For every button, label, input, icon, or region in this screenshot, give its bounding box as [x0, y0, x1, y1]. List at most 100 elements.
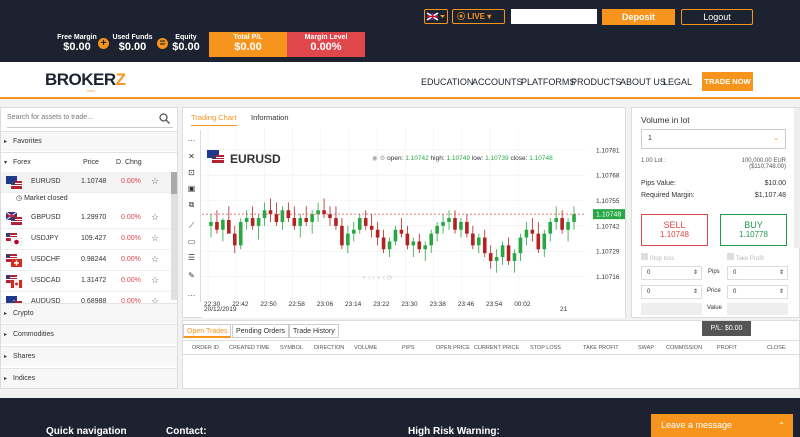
col-profit[interactable]: PROFIT	[717, 345, 737, 351]
asset-row-usdcad[interactable]: USDCAD 1.31472 0.00% ☆	[1, 271, 171, 292]
tab-pending-orders[interactable]: Pending Orders	[232, 324, 290, 338]
leave-message-button[interactable]: Leave a message ⌃	[651, 414, 793, 437]
nav-legal[interactable]: LEGAL	[663, 77, 692, 87]
candle-body	[381, 237, 386, 250]
col-pips[interactable]: PIPS	[402, 345, 415, 351]
nav-products[interactable]: PRODUCTS	[571, 77, 622, 87]
checkbox[interactable]	[727, 253, 734, 260]
asset-row-usdchf[interactable]: USDCHF 0.98244 0.00% ☆	[1, 250, 171, 271]
col-volume[interactable]: VOLUME	[354, 345, 377, 351]
category-forex[interactable]: ▾ Forex Price D. Chng	[1, 152, 177, 172]
account-field[interactable]	[511, 9, 597, 24]
stepper-icon[interactable]: ⇕	[779, 286, 784, 298]
chevron-down-icon: ▾	[4, 160, 8, 166]
col-take-profit[interactable]: TAKE PROFIT	[583, 345, 619, 351]
deposit-button[interactable]: Deposit	[602, 9, 675, 25]
candle-body	[536, 233, 541, 250]
col-swap[interactable]: SWAP	[638, 345, 654, 351]
asset-list-scrollbar[interactable]	[171, 172, 177, 300]
brush-icon[interactable]: ✎	[186, 270, 197, 281]
col-open-price[interactable]: OPEN PRICE	[436, 345, 470, 351]
sell-button[interactable]: SELL 1.10748	[641, 214, 708, 246]
col-symbol[interactable]: SYMBOL	[280, 345, 303, 351]
account-mode-selector[interactable]: ⦿ LIVE ▾	[452, 9, 505, 24]
stop-loss-price-input[interactable]: 0 ⇕	[641, 285, 702, 299]
category-commodities[interactable]: ▸ Commodities	[1, 324, 177, 344]
take-profit-toggle[interactable]: Take Profit	[727, 253, 764, 262]
eye-icon[interactable]: ◉ ⚙	[372, 155, 385, 162]
star-icon[interactable]: ☆	[151, 176, 159, 187]
copy-icon[interactable]: ⧉	[186, 199, 197, 210]
col-close[interactable]: CLOSE	[767, 345, 786, 351]
asset-row-usdjpy[interactable]: USDJPY 109.427 0.00% ☆	[1, 229, 171, 250]
buy-button[interactable]: BUY 1.10778	[720, 214, 787, 246]
col-chng-header: D. Chng	[116, 159, 142, 166]
rectangle-icon[interactable]: ▭	[186, 236, 197, 247]
col-current-price[interactable]: CURRENT PRICE	[474, 345, 519, 351]
category-crypto[interactable]: ▸ Crypto	[1, 303, 177, 323]
tab-trading-chart[interactable]: Trading Chart	[191, 113, 237, 126]
equity: Equity $0.00	[168, 34, 204, 53]
asset-row-gbpusd[interactable]: GBPUSD 1.29970 0.00% ☆	[1, 208, 171, 229]
more-tools-icon[interactable]: …	[186, 288, 197, 299]
col-commission[interactable]: COMMISSION	[666, 345, 702, 351]
star-icon[interactable]: ☆	[151, 254, 159, 265]
take-profit-price-input[interactable]: 0 ⇕	[727, 285, 788, 299]
candle-body	[387, 241, 392, 250]
nav-education[interactable]: EDUCATION	[421, 77, 473, 87]
zoom-icon[interactable]: ⊡	[186, 167, 197, 178]
stepper-icon[interactable]: ⇕	[779, 267, 784, 279]
volume-select[interactable]: 1 ⌄	[641, 129, 786, 149]
col-created-time[interactable]: CREATED TIME	[229, 345, 269, 351]
stop-loss-pips-input[interactable]: 0 ⇕	[641, 266, 702, 280]
us-ch-flag-icon	[6, 254, 22, 267]
col-stop-loss[interactable]: STOP LOSS	[530, 345, 561, 351]
language-selector[interactable]	[424, 9, 448, 24]
close-icon[interactable]: ✕	[186, 151, 197, 162]
asset-row-eurusd[interactable]: EURUSD 1.10748 0.00% ☆	[1, 172, 171, 193]
x-axis-date: 20/12/2019	[204, 306, 237, 313]
candle-body	[572, 214, 576, 222]
search-icon[interactable]	[159, 113, 170, 124]
scrollbar-thumb[interactable]	[171, 172, 177, 194]
asset-search-input[interactable]: Search for assets to trade...	[7, 114, 173, 128]
sell-label: SELL	[663, 220, 686, 230]
tab-open-trades[interactable]: Open Trades	[183, 324, 232, 338]
gb-us-flag-icon	[6, 212, 22, 225]
star-icon[interactable]: ☆	[151, 275, 159, 286]
brand-logo[interactable]: BROKERZ	[45, 70, 126, 90]
take-profit-pips-input[interactable]: 0 ⇕	[727, 266, 788, 280]
stepper-icon[interactable]: ⇕	[693, 267, 698, 279]
nav-accounts[interactable]: ACCOUNTS	[472, 77, 523, 87]
stop-loss-toggle[interactable]: Stop loss	[641, 253, 674, 262]
category-indices[interactable]: ▸ Indices	[1, 368, 177, 388]
tab-trade-history[interactable]: Trade History	[289, 324, 339, 338]
checkbox[interactable]	[641, 253, 648, 260]
margin-level-box: Margin Level 0.00%	[287, 32, 365, 57]
screenshot-icon[interactable]: ▣	[186, 183, 197, 194]
nav-about-us[interactable]: ABOUT US	[620, 77, 666, 87]
category-favorites[interactable]: ▸ Favorites	[1, 131, 177, 151]
category-shares[interactable]: ▸ Shares	[1, 346, 177, 366]
trendline-icon[interactable]: ⟋	[186, 220, 197, 231]
order-panel-scrollbar[interactable]	[794, 108, 800, 248]
stepper-icon[interactable]: ⇕	[693, 286, 698, 298]
tab-information[interactable]: Information	[251, 113, 289, 122]
nav-platforms[interactable]: PLATFORMS	[521, 77, 575, 87]
more-icon[interactable]: …	[186, 133, 197, 144]
trade-now-button[interactable]: TRADE NOW	[702, 72, 753, 91]
star-icon[interactable]: ☆	[151, 212, 159, 223]
col-order-id[interactable]: ORDER ID	[192, 345, 219, 351]
input-value: 0	[733, 270, 737, 276]
col-direction[interactable]: DIRECTION	[314, 345, 344, 351]
logout-button[interactable]: Logout	[681, 9, 753, 25]
value-label: Value	[707, 305, 722, 311]
star-icon[interactable]: ☆	[151, 233, 159, 244]
chevron-up-icon: ⌃	[778, 421, 785, 430]
lot-value: 100,000.00 EUR ($110,748.00)	[742, 158, 786, 170]
fibonacci-icon[interactable]: ☰	[186, 252, 197, 263]
candle-body	[506, 245, 511, 261]
eu-us-flag-icon	[6, 176, 22, 189]
chart-symbol: EURUSD	[230, 152, 281, 166]
asset-change: 0.00%	[121, 235, 141, 242]
